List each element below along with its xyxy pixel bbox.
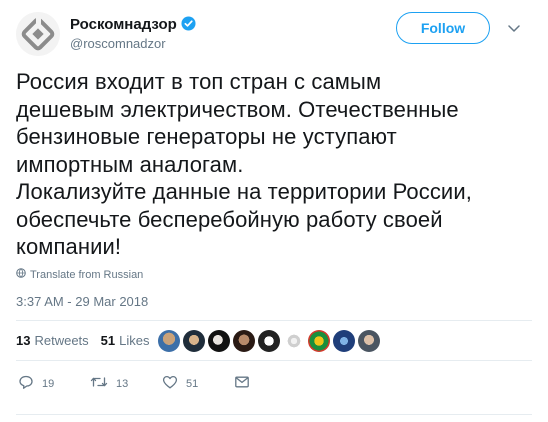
likes-stat[interactable]: 51 Likes (101, 333, 150, 348)
avatar[interactable] (183, 330, 205, 352)
tweet-text-line: бензиновые генераторы не уступают (16, 124, 397, 149)
like-count: 51 (186, 377, 199, 390)
chevron-down-icon[interactable] (506, 20, 522, 36)
avatar[interactable] (258, 330, 280, 352)
avatar[interactable] (358, 330, 380, 352)
reply-button[interactable]: 19 (18, 374, 54, 393)
avatar[interactable] (283, 330, 305, 352)
avatar[interactable] (158, 330, 180, 352)
likes-count: 51 (100, 333, 116, 348)
author-handle[interactable]: @roscomnadzor (70, 36, 166, 51)
tweet-text-line: Локализуйте данные на территории России, (16, 179, 472, 204)
avatar[interactable] (333, 330, 355, 352)
author-name[interactable]: Роскомнадзор (70, 16, 196, 35)
avatar[interactable] (208, 330, 230, 352)
divider (16, 320, 532, 321)
reply-count: 19 (42, 377, 55, 390)
reply-icon (18, 374, 34, 393)
tweet-text-line: импортным аналогам. (16, 151, 244, 177)
retweets-stat[interactable]: 13 Retweets (16, 333, 89, 348)
retweet-count: 13 (116, 377, 129, 390)
avatar[interactable] (308, 330, 330, 352)
tweet-text-line: дешевым электричеством. Отечественные (16, 96, 459, 122)
roskomnadzor-logo[interactable] (16, 12, 60, 56)
globe-icon (16, 268, 26, 281)
author-name-text: Роскомнадзор (70, 16, 177, 33)
tweet-header: Роскомнадзор @roscomnadzor Follow (16, 12, 532, 58)
tweet-text-line: Россия входит в топ стран с самым (16, 69, 382, 94)
translate-label: Translate from Russian (30, 268, 144, 281)
avatar[interactable] (233, 330, 255, 352)
tweet-stats: 13 Retweets 51 Likes (16, 333, 150, 348)
retweet-icon (90, 374, 108, 393)
tweet-text: Россия входит в топ стран с самым дешевы… (16, 68, 532, 261)
verified-badge-icon (181, 16, 196, 35)
retweets-count: 13 (16, 333, 31, 348)
translate-link[interactable]: Translate from Russian (16, 268, 143, 281)
tweet-timestamp[interactable]: 3:37 AM - 29 Mar 2018 (16, 294, 148, 309)
divider (16, 360, 532, 361)
retweets-label: Retweets (34, 333, 89, 348)
retweet-button[interactable]: 13 (90, 374, 128, 393)
tweet-text-line: компании! (16, 234, 122, 259)
follow-button[interactable]: Follow (396, 12, 490, 44)
direct-message-button[interactable] (234, 374, 250, 393)
tweet-text-line: обеспечьте бесперебойную работу своей (16, 206, 443, 232)
like-icon (162, 374, 178, 393)
likes-label: Likes (119, 333, 150, 348)
liker-avatars (158, 330, 380, 352)
divider (16, 414, 532, 415)
message-icon (234, 374, 250, 393)
like-button[interactable]: 51 (162, 374, 198, 393)
tweet-card: Роскомнадзор @roscomnadzor Follow Россия… (0, 0, 548, 422)
